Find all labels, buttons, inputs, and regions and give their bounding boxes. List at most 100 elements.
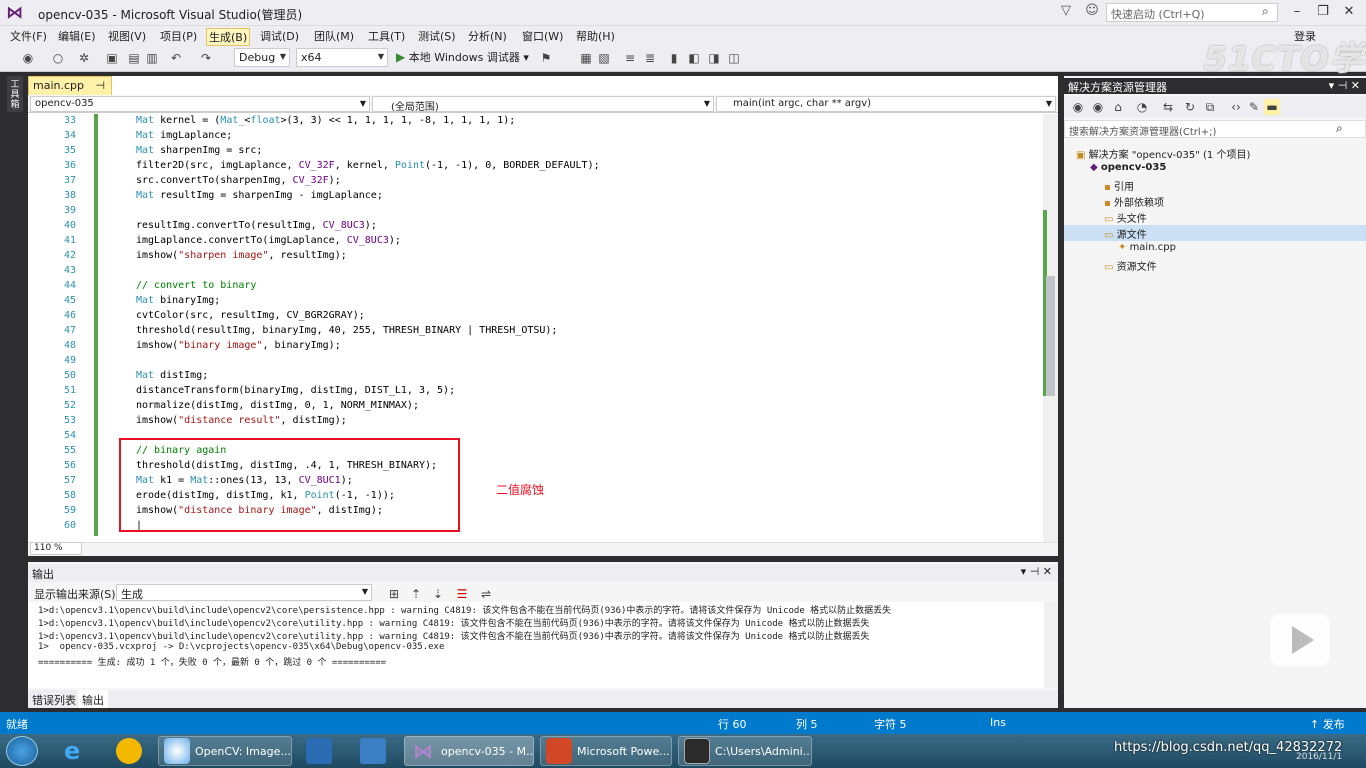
menu-test[interactable]: 测试(S) <box>416 28 458 44</box>
sources-folder[interactable]: ▭ 源文件 <box>1104 226 1147 241</box>
start-debugging-button[interactable]: ▶ 本地 Windows 调试器 ▾ <box>396 49 529 65</box>
code-line[interactable]: imshow("distance result", distImg); <box>136 415 347 426</box>
code-line[interactable]: resultImg.convertTo(resultImg, CV_8UC3); <box>136 220 377 231</box>
tab-error-list[interactable]: 错误列表 <box>28 690 80 708</box>
panel-controls-icon[interactable]: ▾ ⊣ ✕ <box>1021 565 1052 578</box>
code-line[interactable]: cvtColor(src, resultImg, CV_BGR2GRAY); <box>136 310 365 321</box>
comment-icon[interactable]: ≡ <box>622 50 638 66</box>
media-icon[interactable] <box>360 738 386 764</box>
references-node[interactable]: ▪ 引用 <box>1104 178 1134 193</box>
back-icon[interactable]: ◉ <box>20 50 36 66</box>
document-tab-main-cpp[interactable]: main.cpp ⊣ ✕ <box>28 76 112 105</box>
feedback-icon[interactable]: ☺ <box>1084 3 1100 19</box>
code-line[interactable]: imshow("binary image", binaryImg); <box>136 340 341 351</box>
solution-search-input[interactable]: 搜索解决方案资源管理器(Ctrl+;) <box>1064 120 1366 138</box>
new-project-icon[interactable]: ✲ <box>76 50 92 66</box>
scope-nav-select[interactable]: (全局范围) ▼ <box>372 96 714 113</box>
code-line[interactable]: Mat sharpenImg = src; <box>136 145 262 156</box>
file-explorer-icon[interactable] <box>306 738 332 764</box>
undo-icon[interactable]: ↶ <box>168 50 184 66</box>
code-line[interactable]: threshold(resultImg, binaryImg, 40, 255,… <box>136 325 557 336</box>
uncomment-icon[interactable]: ≣ <box>642 50 658 66</box>
zoom-select[interactable]: 110 % <box>30 542 82 555</box>
bookmark-icon[interactable]: ▮ <box>666 50 682 66</box>
start-button-icon[interactable] <box>6 736 38 766</box>
code-line[interactable]: imshow("sharpen image", resultImg); <box>136 250 347 261</box>
find-message-icon[interactable]: ⊞ <box>386 586 402 602</box>
back-icon[interactable]: ◉ <box>1070 99 1086 115</box>
close-window-button[interactable]: ✕ <box>1336 2 1362 22</box>
search-icon[interactable]: ⌕ <box>1262 4 1269 19</box>
format-icon[interactable]: ▦ <box>578 50 594 66</box>
code-line[interactable]: Mat binaryImg; <box>136 295 220 306</box>
code-line[interactable]: src.convertTo(sharpenImg, CV_32F); <box>136 175 341 186</box>
word-wrap-icon[interactable]: ⇌ <box>478 586 494 602</box>
menu-view[interactable]: 视图(V) <box>106 28 148 44</box>
properties-icon[interactable]: ✎ <box>1246 99 1262 115</box>
code-line[interactable]: distanceTransform(binaryImg, distImg, DI… <box>136 385 455 396</box>
panel-controls-icon[interactable]: ▾ ⊣ ✕ <box>1329 79 1360 92</box>
pin-icon[interactable]: ⊣ <box>96 79 106 92</box>
app-icon[interactable] <box>116 738 142 764</box>
internet-explorer-icon[interactable]: e <box>64 738 90 764</box>
code-line[interactable]: filter2D(src, imgLaplance, CV_32F, kerne… <box>136 160 600 171</box>
solution-node[interactable]: ▣ 解决方案 "opencv-035" (1 个项目) <box>1076 146 1250 161</box>
save-all-icon[interactable]: ▥ <box>144 50 160 66</box>
menu-edit[interactable]: 编辑(E) <box>56 28 98 44</box>
clear-all-icon[interactable]: ☰ <box>454 586 470 602</box>
next-bookmark-icon[interactable]: ◨ <box>706 50 722 66</box>
quick-launch-input[interactable]: 快速启动 (Ctrl+Q) <box>1106 3 1278 22</box>
menu-window[interactable]: 窗口(W) <box>520 28 565 44</box>
forward-icon[interactable]: ◉ <box>1090 99 1106 115</box>
external-deps-node[interactable]: ▪ 外部依赖项 <box>1104 194 1164 209</box>
home-icon[interactable]: ⌂ <box>1110 99 1126 115</box>
filter-icon[interactable]: ▽ <box>1058 3 1074 19</box>
code-line[interactable]: Mat resultImg = sharpenImg - imgLaplance… <box>136 190 383 201</box>
menu-project[interactable]: 项目(P) <box>158 28 199 44</box>
outline-icon[interactable]: ▧ <box>596 50 612 66</box>
menu-analyze[interactable]: 分析(N) <box>466 28 509 44</box>
collapse-all-icon[interactable]: ⧉ <box>1202 99 1218 115</box>
search-icon[interactable]: ⌕ <box>1336 121 1343 136</box>
function-nav-select[interactable]: main(int argc, char ** argv) ▼ <box>716 96 1056 112</box>
code-line[interactable]: Mat distImg; <box>136 370 208 381</box>
code-line[interactable]: normalize(distImg, distImg, 0, 1, NORM_M… <box>136 400 419 411</box>
menu-file[interactable]: 文件(F) <box>8 28 49 44</box>
preview-icon[interactable]: ▬ <box>1264 99 1280 115</box>
restore-button[interactable]: ❐ <box>1310 2 1336 22</box>
browser-link-icon[interactable]: ⚑ <box>538 50 554 66</box>
menu-team[interactable]: 团队(M) <box>312 28 356 44</box>
menu-build[interactable]: 生成(B) <box>206 28 251 46</box>
next-message-icon[interactable]: ⇣ <box>430 586 446 602</box>
publish-button[interactable]: ↑ 发布 <box>1310 716 1345 732</box>
code-line[interactable]: Mat kernel = (Mat_<float>(3, 3) << 1, 1,… <box>136 115 515 126</box>
redo-icon[interactable]: ↷ <box>198 50 214 66</box>
project-nav-select[interactable]: opencv-035 ▼ <box>30 96 370 112</box>
code-line[interactable]: imgLaplance.convertTo(imgLaplance, CV_8U… <box>136 235 401 246</box>
code-line[interactable]: Mat imgLaplance; <box>136 130 232 141</box>
save-icon[interactable]: ▤ <box>126 50 142 66</box>
sync-icon[interactable]: ⇆ <box>1160 99 1176 115</box>
menu-debug[interactable]: 调试(D) <box>258 28 301 44</box>
code-view-icon[interactable]: ‹› <box>1228 99 1244 115</box>
clear-bookmarks-icon[interactable]: ◫ <box>726 50 742 66</box>
refresh-icon[interactable]: ↻ <box>1182 99 1198 115</box>
toolbox-tab[interactable]: 工具箱 <box>7 76 23 112</box>
tab-output[interactable]: 输出 <box>78 690 108 708</box>
project-node[interactable]: ◆ opencv-035 <box>1090 162 1166 173</box>
menu-help[interactable]: 帮助(H) <box>574 28 617 44</box>
configuration-select[interactable]: Debug ▼ <box>234 48 290 67</box>
forward-icon[interactable]: ○ <box>50 50 66 66</box>
history-icon[interactable]: ◔ <box>1134 99 1150 115</box>
open-file-icon[interactable]: ▣ <box>104 50 120 66</box>
output-source-select[interactable]: 生成 ▼ <box>116 584 372 601</box>
prev-message-icon[interactable]: ⇡ <box>408 586 424 602</box>
main-cpp-node[interactable]: ✦ main.cpp <box>1118 242 1176 253</box>
platform-select[interactable]: x64 ▼ <box>296 48 388 67</box>
headers-folder[interactable]: ▭ 头文件 <box>1104 210 1147 225</box>
prev-bookmark-icon[interactable]: ◧ <box>686 50 702 66</box>
menu-tools[interactable]: 工具(T) <box>366 28 407 44</box>
minimize-button[interactable]: – <box>1284 2 1310 22</box>
code-line[interactable]: // convert to binary <box>136 280 256 291</box>
resources-folder[interactable]: ▭ 资源文件 <box>1104 258 1157 273</box>
